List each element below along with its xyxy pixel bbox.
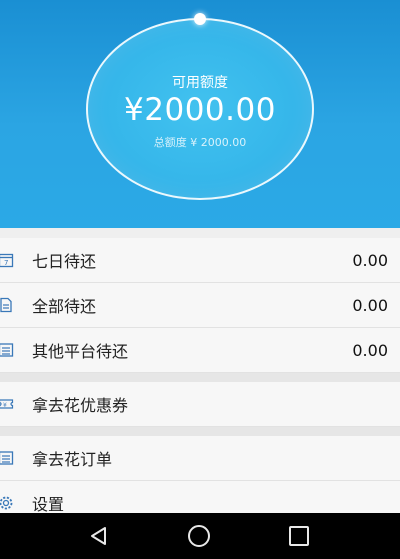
section-divider (0, 427, 400, 436)
menu-item-value: 0.00 (352, 295, 388, 315)
back-icon[interactable] (88, 525, 110, 551)
menu-item-label: 设置 (32, 495, 65, 514)
svg-text:7: 7 (4, 259, 8, 267)
menu-item-other-platform-due[interactable]: 其他平台待还 0.00 (0, 328, 400, 373)
available-credit-label: 可用额度 (172, 75, 228, 91)
total-credit-amount: ¥ 2000.00 (190, 136, 247, 149)
credit-header: 可用额度 ¥2000.00 总额度 ¥ 2000.00 (0, 0, 400, 228)
gear-icon (0, 494, 15, 512)
document-icon (0, 296, 15, 314)
menu-item-orders[interactable]: 拿去花订单 (0, 436, 400, 481)
menu-item-label: 全部待还 (32, 297, 97, 316)
menu-item-label: 拿去花订单 (32, 450, 113, 469)
menu-item-label: 其他平台待还 (32, 342, 129, 361)
credit-circle: 可用额度 ¥2000.00 总额度 ¥ 2000.00 (86, 13, 314, 200)
menu-item-label: 七日待还 (32, 252, 97, 271)
menu-item-seven-day-due[interactable]: 7 七日待还 0.00 (0, 238, 400, 283)
system-nav-bar (0, 513, 400, 559)
list-icon (0, 449, 15, 467)
menu-list: 7 七日待还 0.00 全部待还 0.00 其他平台待还 0.00 ¥ 拿去花优… (0, 238, 400, 526)
svg-text:¥: ¥ (3, 402, 7, 409)
home-icon[interactable] (188, 525, 210, 547)
calendar-icon: 7 (0, 251, 15, 269)
progress-indicator (194, 13, 206, 25)
section-divider (0, 373, 400, 382)
ticket-icon: ¥ (0, 395, 15, 413)
menu-item-coupons[interactable]: ¥ 拿去花优惠券 (0, 382, 400, 427)
available-credit-amount: ¥2000.00 (124, 92, 276, 128)
total-credit-label: 总额度 (153, 136, 187, 149)
menu-item-value: 0.00 (352, 250, 388, 270)
list-icon (0, 341, 15, 359)
menu-item-all-due[interactable]: 全部待还 0.00 (0, 283, 400, 328)
total-credit-line: 总额度 ¥ 2000.00 (88, 134, 312, 150)
recent-apps-icon[interactable] (289, 526, 309, 546)
menu-item-value: 0.00 (352, 340, 388, 360)
menu-item-label: 拿去花优惠券 (32, 396, 129, 415)
